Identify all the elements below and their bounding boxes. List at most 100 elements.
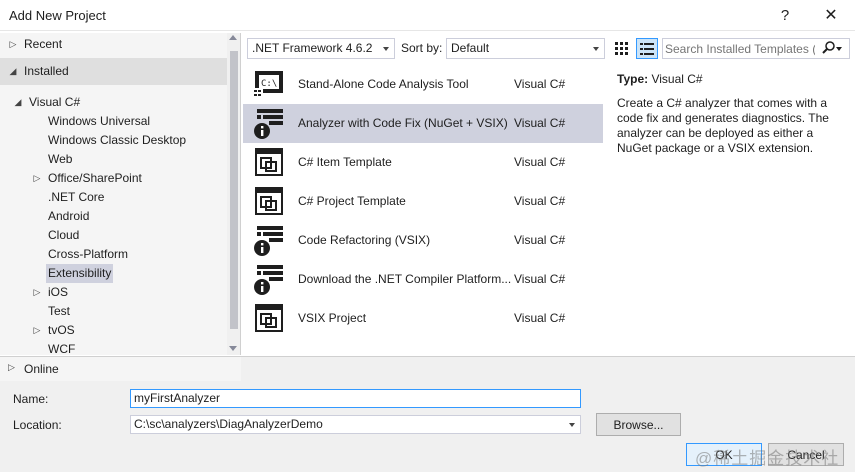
type-line: Type: Visual C# bbox=[617, 72, 845, 87]
template-name: Download the .NET Compiler Platform... bbox=[298, 272, 512, 286]
tree-item-label: Recent bbox=[24, 37, 63, 51]
tree-item-label: Visual C# bbox=[29, 95, 81, 109]
tree-item-windows-classic-desktop[interactable]: Windows Classic Desktop bbox=[0, 131, 227, 150]
search-input[interactable] bbox=[665, 40, 815, 57]
template-row[interactable]: Code Refactoring (VSIX) Visual C# bbox=[243, 221, 603, 260]
scroll-up-arrow-icon[interactable] bbox=[229, 35, 237, 40]
template-row[interactable]: C# Project Template Visual C# bbox=[243, 182, 603, 221]
chevron-right-icon[interactable]: ▷ bbox=[31, 321, 43, 340]
chevron-down-icon[interactable]: ◢ bbox=[7, 58, 19, 85]
location-value: C:\sc\analyzers\DiagAnalyzerDemo bbox=[134, 417, 323, 431]
chevron-down-icon bbox=[383, 47, 389, 51]
chevron-down-icon[interactable] bbox=[569, 423, 575, 427]
chevron-right-icon[interactable]: ▷ bbox=[31, 169, 43, 188]
template-details: Type: Visual C# Create a C# analyzer tha… bbox=[617, 72, 845, 156]
template-row[interactable]: C:\ Stand-Alone Code Analysis Tool Visual… bbox=[243, 65, 603, 104]
location-label: Location: bbox=[13, 418, 62, 432]
tree-item-label: Extensibility bbox=[46, 264, 114, 283]
template-name: C# Project Template bbox=[298, 194, 406, 208]
framework-dropdown[interactable]: .NET Framework 4.6.2 bbox=[247, 38, 395, 59]
tree-item-cloud[interactable]: Cloud bbox=[0, 226, 227, 245]
framework-value: .NET Framework 4.6.2 bbox=[252, 41, 373, 55]
name-value: myFirstAnalyzer bbox=[134, 391, 221, 405]
template-name: C# Item Template bbox=[298, 155, 392, 169]
template-row[interactable]: Download the .NET Compiler Platform... Vi… bbox=[243, 260, 603, 299]
tree-item-extensibility[interactable]: Extensibility bbox=[0, 264, 227, 283]
tree-item-installed[interactable]: ◢ Installed bbox=[0, 58, 227, 85]
scroll-down-arrow-icon[interactable] bbox=[229, 346, 237, 351]
tree-item-web[interactable]: Web bbox=[0, 150, 227, 169]
template-language: Visual C# bbox=[514, 311, 566, 325]
template-name: Stand-Alone Code Analysis Tool bbox=[298, 77, 469, 91]
tree-item-label: Windows Universal bbox=[48, 114, 151, 128]
template-toolbar: .NET Framework 4.6.2 Sort by: Default bbox=[241, 33, 855, 63]
template-language: Visual C# bbox=[514, 116, 566, 130]
tree-item-label: WCF bbox=[48, 342, 76, 355]
template-name: Code Refactoring (VSIX) bbox=[298, 233, 431, 247]
tree-item-label: Windows Classic Desktop bbox=[48, 133, 187, 147]
close-button[interactable]: ✕ bbox=[808, 2, 854, 28]
template-name: Analyzer with Code Fix (NuGet + VSIX) bbox=[298, 116, 508, 130]
tree-item-test[interactable]: Test bbox=[0, 302, 227, 321]
template-icon bbox=[253, 146, 285, 178]
tree-item-office-sharepoint[interactable]: ▷ Office/SharePoint bbox=[0, 169, 227, 188]
chevron-down-icon bbox=[593, 47, 599, 51]
sort-label: Sort by: bbox=[401, 41, 443, 55]
title-bar: Add New Project ? ✕ bbox=[0, 0, 855, 31]
sort-value: Default bbox=[451, 41, 490, 55]
search-box bbox=[662, 38, 850, 59]
location-field[interactable]: C:\sc\analyzers\DiagAnalyzerDemo bbox=[130, 415, 581, 434]
tree-item-label: Android bbox=[48, 209, 90, 223]
template-list: C:\ Stand-Alone Code Analysis Tool Visual… bbox=[243, 65, 603, 355]
tree-item-android[interactable]: Android bbox=[0, 207, 227, 226]
template-language: Visual C# bbox=[514, 155, 566, 169]
help-button[interactable]: ? bbox=[762, 2, 808, 28]
tree-item-label: iOS bbox=[48, 285, 69, 299]
tree-item-ios[interactable]: ▷ iOS bbox=[0, 283, 227, 302]
template-row[interactable]: C# Item Template Visual C# bbox=[243, 143, 603, 182]
tree-item-cross-platform[interactable]: Cross-Platform bbox=[0, 245, 227, 264]
tree-scrollbar[interactable] bbox=[227, 33, 240, 355]
tree-item-tvos[interactable]: ▷ tvOS bbox=[0, 321, 227, 340]
tree-item-label: tvOS bbox=[48, 323, 75, 337]
template-row[interactable]: VSIX Project Visual C# bbox=[243, 299, 603, 338]
chevron-down-icon[interactable]: ◢ bbox=[12, 93, 24, 112]
search-icon[interactable] bbox=[821, 41, 843, 59]
tree-item-label: .NET Core bbox=[48, 190, 105, 204]
template-language: Visual C# bbox=[514, 77, 566, 91]
grid-view-icon bbox=[615, 41, 628, 55]
tree-item-visual-csharp[interactable]: ◢ Visual C# bbox=[0, 93, 227, 112]
list-view-icon bbox=[640, 42, 654, 55]
tree-item-windows-universal[interactable]: Windows Universal bbox=[0, 112, 227, 131]
chevron-right-icon[interactable]: ▷ bbox=[8, 362, 15, 373]
browse-button[interactable]: Browse... bbox=[596, 413, 681, 436]
list-view-button[interactable] bbox=[636, 38, 658, 59]
type-value: Visual C# bbox=[651, 72, 703, 86]
watermark: @稀土掘金技术社区 bbox=[695, 449, 840, 468]
type-label: Type: bbox=[617, 72, 649, 86]
template-language: Visual C# bbox=[514, 194, 566, 208]
chevron-right-icon[interactable]: ▷ bbox=[7, 35, 19, 54]
analyzer-info-icon bbox=[253, 107, 285, 139]
chevron-right-icon[interactable]: ▷ bbox=[31, 283, 43, 302]
tree-item-label: Cloud bbox=[48, 228, 80, 242]
tree-item-label: Cross-Platform bbox=[48, 247, 129, 261]
tree-item-wcf[interactable]: WCF bbox=[0, 340, 227, 355]
tree-item-online[interactable]: ▷ Online bbox=[0, 357, 241, 381]
category-tree: ▷ Recent ◢ Installed ◢ Visual C# Windows… bbox=[0, 33, 241, 355]
window-title: Add New Project bbox=[9, 8, 106, 23]
sort-dropdown[interactable]: Default bbox=[446, 38, 605, 59]
name-field[interactable]: myFirstAnalyzer bbox=[130, 389, 581, 408]
template-language: Visual C# bbox=[514, 272, 566, 286]
tree-item-label: Online bbox=[24, 362, 59, 376]
grid-view-button[interactable] bbox=[611, 38, 633, 59]
console-analysis-icon: C:\ bbox=[253, 68, 285, 100]
tree-item-label: Office/SharePoint bbox=[48, 171, 142, 185]
template-row[interactable]: Analyzer with Code Fix (NuGet + VSIX) Vis… bbox=[243, 104, 603, 143]
template-name: VSIX Project bbox=[298, 311, 367, 325]
template-language: Visual C# bbox=[514, 233, 566, 247]
tree-item-net-core[interactable]: .NET Core bbox=[0, 188, 227, 207]
tree-item-recent[interactable]: ▷ Recent bbox=[0, 35, 227, 54]
name-label: Name: bbox=[13, 392, 49, 406]
scroll-thumb[interactable] bbox=[230, 51, 238, 329]
